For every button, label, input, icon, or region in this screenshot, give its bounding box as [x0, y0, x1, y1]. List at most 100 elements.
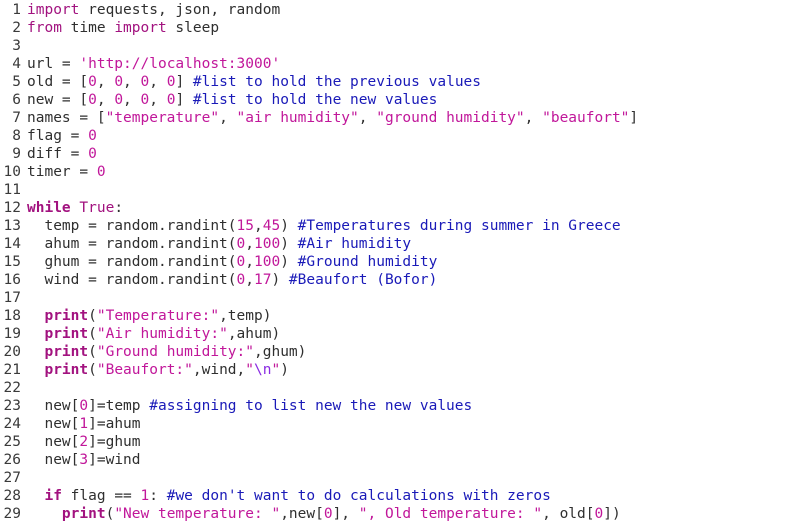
line-number: 7 [12, 110, 21, 126]
code-text[interactable]: new[2]=ghum [21, 433, 793, 451]
code-token: , old[ [542, 506, 595, 522]
code-line[interactable]: 17 [0, 289, 793, 307]
code-text[interactable] [21, 181, 793, 199]
code-line[interactable]: 4 url = 'http://localhost:3000' [0, 55, 793, 73]
code-line[interactable]: 20 print("Ground humidity:",ghum) [0, 343, 793, 361]
code-token: flag = [27, 128, 89, 144]
code-line[interactable]: 16 wind = random.randint(0,17) #Beaufort… [0, 271, 793, 289]
code-token: #we don't want to do calculations with z… [166, 488, 551, 504]
code-token: "Ground humidity:" [96, 344, 254, 360]
code-line[interactable]: 11 [0, 181, 793, 199]
code-line[interactable]: 6 new = [0, 0, 0, 0] #list to hold the ne… [0, 91, 793, 109]
code-text[interactable]: import requests, json, random [21, 1, 793, 19]
code-text[interactable]: names = ["temperature", "air humidity", … [21, 109, 793, 127]
code-text[interactable]: print("New temperature: ",new[0], ", Old… [21, 505, 793, 523]
code-text[interactable]: new = [0, 0, 0, 0] #list to hold the new… [21, 91, 793, 109]
code-text[interactable]: new[3]=wind [21, 451, 793, 469]
code-token: time [61, 20, 115, 36]
line-number: 13 [3, 218, 21, 234]
code-token: from [27, 20, 62, 36]
code-text[interactable]: from time import sleep [21, 19, 793, 37]
code-token: 0 [236, 236, 246, 252]
code-line[interactable]: 12 while True: [0, 199, 793, 217]
code-line[interactable]: 5 old = [0, 0, 0, 0] #list to hold the pr… [0, 73, 793, 91]
code-line[interactable]: 10 timer = 0 [0, 163, 793, 181]
code-token: 0 [323, 506, 333, 522]
code-token: new[ [27, 452, 80, 468]
code-editor[interactable]: 1 import requests, json, random 2 from time… [0, 0, 793, 527]
code-token: True [79, 200, 115, 216]
code-line[interactable]: 23 new[0]=temp #assigning to list new th… [0, 397, 793, 415]
code-token: ] [175, 74, 193, 90]
code-token: names = [ [27, 110, 106, 126]
code-text[interactable]: old = [0, 0, 0, 0] #list to hold the pre… [21, 73, 793, 91]
line-number: 22 [3, 380, 21, 396]
code-line[interactable]: 9 diff = 0 [0, 145, 793, 163]
code-token: 45 [262, 218, 281, 234]
code-text[interactable] [21, 469, 793, 487]
code-line[interactable]: 21 print("Beaufort:",wind,"\n") [0, 361, 793, 379]
code-token: wind = random.randint( [27, 272, 237, 288]
code-token: : [114, 200, 124, 216]
code-text[interactable]: print("Beaufort:",wind,"\n") [21, 361, 793, 379]
code-line[interactable]: 22 [0, 379, 793, 397]
code-token: 100 [253, 254, 281, 270]
code-text[interactable]: print("Ground humidity:",ghum) [21, 343, 793, 361]
code-token: ( [88, 344, 97, 360]
code-text[interactable]: timer = 0 [21, 163, 793, 181]
code-line[interactable]: 13 temp = random.randint(15,45) #Tempera… [0, 217, 793, 235]
code-line[interactable]: 28 if flag == 1: #we don't want to do ca… [0, 487, 793, 505]
code-text[interactable]: new[1]=ahum [21, 415, 793, 433]
code-line[interactable]: 18 print("Temperature:",temp) [0, 307, 793, 325]
code-line[interactable]: 3 [0, 37, 793, 55]
code-token: " [271, 362, 281, 378]
line-number: 26 [3, 452, 21, 468]
code-token: ]=temp [88, 398, 150, 414]
code-token: "temperature" [105, 110, 220, 126]
code-text[interactable]: print("Temperature:",temp) [21, 307, 793, 325]
code-line[interactable]: 15 ghum = random.randint(0,100) #Ground … [0, 253, 793, 271]
code-token: "air humidity" [236, 110, 359, 126]
code-text[interactable]: ahum = random.randint(0,100) #Air humidi… [21, 235, 793, 253]
code-text[interactable]: print("Air humidity:",ahum) [21, 325, 793, 343]
code-text[interactable]: if flag == 1: #we don't want to do calcu… [21, 487, 793, 505]
code-line[interactable]: 2 from time import sleep [0, 19, 793, 37]
code-token: "beaufort" [542, 110, 630, 126]
code-line[interactable]: 25 new[2]=ghum [0, 433, 793, 451]
code-text[interactable]: while True: [21, 199, 793, 217]
code-token: timer = [27, 164, 97, 180]
code-token: 0 [236, 254, 246, 270]
line-number: 14 [3, 236, 21, 252]
code-token: 0 [236, 272, 246, 288]
code-text[interactable]: diff = 0 [21, 145, 793, 163]
code-token: " [245, 362, 255, 378]
code-text[interactable] [21, 379, 793, 397]
code-text[interactable] [21, 289, 793, 307]
code-token: 0 [88, 92, 97, 108]
code-line[interactable]: 29 print("New temperature: ",new[0], ", … [0, 505, 793, 523]
line-number: 19 [3, 326, 21, 342]
code-line[interactable]: 24 new[1]=ahum [0, 415, 793, 433]
code-line[interactable]: 7 names = ["temperature", "air humidity",… [0, 109, 793, 127]
code-text[interactable]: ghum = random.randint(0,100) #Ground hum… [21, 253, 793, 271]
code-line[interactable]: 19 print("Air humidity:",ahum) [0, 325, 793, 343]
code-text[interactable]: url = 'http://localhost:3000' [21, 55, 793, 73]
code-text[interactable]: wind = random.randint(0,17) #Beaufort (B… [21, 271, 793, 289]
code-text[interactable]: temp = random.randint(15,45) #Temperatur… [21, 217, 793, 235]
code-text[interactable]: new[0]=temp #assigning to list new the n… [21, 397, 793, 415]
code-token: \n [254, 362, 272, 378]
code-text[interactable] [21, 37, 793, 55]
code-token: , [149, 92, 167, 108]
code-line[interactable]: 14 ahum = random.randint(0,100) #Air hum… [0, 235, 793, 253]
code-line[interactable]: 27 [0, 469, 793, 487]
code-text[interactable]: flag = 0 [21, 127, 793, 145]
code-token: ) [280, 254, 298, 270]
code-line[interactable]: 26 new[3]=wind [0, 451, 793, 469]
code-token: while [27, 200, 71, 216]
code-token: 0 [88, 128, 97, 144]
code-token: 1 [140, 488, 150, 504]
code-line[interactable]: 1 import requests, json, random [0, 1, 793, 19]
code-line[interactable]: 8 flag = 0 [0, 127, 793, 145]
